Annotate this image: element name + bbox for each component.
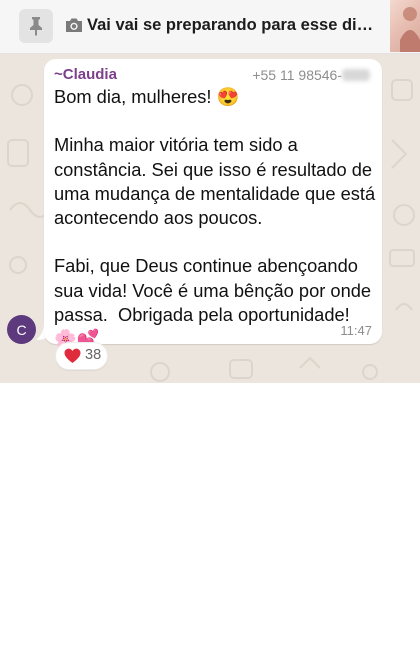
phone-redaction — [342, 69, 370, 81]
chat-area: Vai vai se preparando para esse dia e...… — [0, 0, 420, 383]
thumbnail-figure — [400, 7, 420, 52]
reaction-count: 38 — [85, 347, 102, 363]
heart-icon — [64, 348, 81, 363]
pin-icon — [30, 17, 42, 36]
sender-phone: +55 11 98546- — [252, 67, 370, 83]
pin-button[interactable] — [19, 9, 53, 43]
avatar[interactable]: C — [7, 315, 36, 344]
pinned-message-text: Vai vai se preparando para esse dia e... — [87, 16, 382, 34]
pinned-media-thumbnail[interactable] — [390, 0, 420, 52]
message-bubble[interactable]: ~Claudia +55 11 98546- Bom dia, mulheres… — [44, 59, 382, 349]
sender-name[interactable]: ~Claudia — [54, 66, 117, 83]
sender-phone-number: +55 11 98546- — [252, 67, 342, 83]
camera-icon — [66, 18, 82, 32]
message-time: 11:47 — [340, 323, 372, 338]
reaction-pill[interactable]: 38 — [55, 342, 108, 370]
message-text: Bom dia, mulheres! 😍 Minha maior vitória… — [54, 86, 376, 350]
pinned-message-bar[interactable]: Vai vai se preparando para esse dia e... — [0, 0, 420, 54]
